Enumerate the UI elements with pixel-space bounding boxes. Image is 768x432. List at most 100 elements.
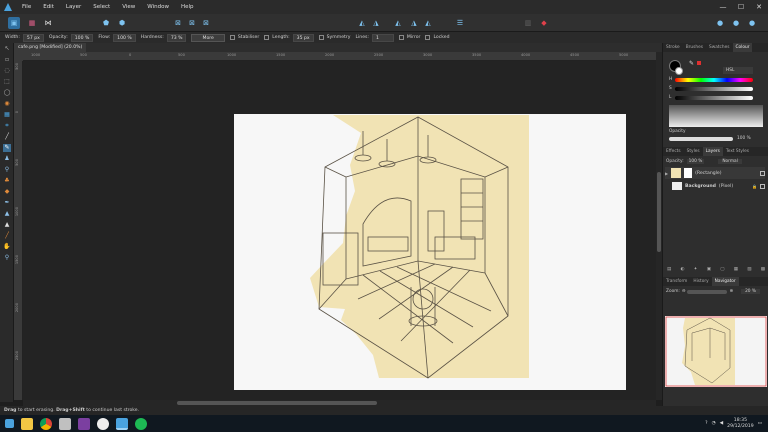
close-button[interactable]: ✕ <box>750 3 768 11</box>
tab-styles[interactable]: Styles <box>684 147 703 156</box>
paint-brush-icon[interactable]: ╱ <box>3 133 11 141</box>
flood-fill-icon[interactable]: ◉ <box>3 100 11 108</box>
file-explorer-icon[interactable] <box>21 417 33 430</box>
arrange-order-icon[interactable]: ☰ <box>454 17 466 29</box>
zoom-tool-icon[interactable]: ⚲ <box>3 254 11 262</box>
freehand-selection-icon[interactable]: ◯ <box>3 89 11 97</box>
clone-brush-icon[interactable]: ⚲ <box>3 166 11 174</box>
colour-opacity-value[interactable]: 100 % <box>737 136 751 141</box>
tab-swatches[interactable]: Swatches <box>706 43 733 52</box>
selection-add-icon[interactable]: ⊠ <box>186 17 198 29</box>
symmetry-checkbox[interactable] <box>318 35 324 40</box>
fx-icon[interactable]: ✦ <box>694 267 698 273</box>
saturation-slider[interactable] <box>675 86 753 91</box>
clock[interactable]: 18:35 29/12/2019 <box>727 418 753 429</box>
user-sharing-icon[interactable]: ● <box>746 17 758 29</box>
tab-history[interactable]: History <box>690 277 711 286</box>
zoom-field[interactable]: 20 % <box>741 289 760 294</box>
canvas-area[interactable] <box>23 61 656 400</box>
tab-navigator[interactable]: Navigator <box>711 277 739 286</box>
healing-brush-icon[interactable]: ♣ <box>3 177 11 185</box>
more-button[interactable]: More <box>191 33 225 42</box>
flow-field[interactable]: 100 % <box>113 33 136 42</box>
assistant-icon[interactable]: ⬟ <box>100 17 112 29</box>
erase-brush-icon[interactable]: ✎ <box>3 144 11 152</box>
document-tab[interactable]: cafe.png [Modified] (20.0%) <box>14 43 87 52</box>
lock-icon[interactable]: 🔒 <box>752 184 757 189</box>
width-field[interactable]: 57 px <box>22 33 44 42</box>
blend-mode-select[interactable]: Normal <box>718 159 742 164</box>
adjustments-icon[interactable]: ◐ <box>681 267 685 273</box>
hand-tool-icon[interactable]: ✋ <box>3 243 11 251</box>
maximize-button[interactable]: ☐ <box>732 3 750 11</box>
distribute-icon[interactable]: ◮ <box>408 17 420 29</box>
settings-icon[interactable] <box>97 417 109 430</box>
layer-options-icon[interactable]: ▤ <box>667 267 671 273</box>
network-icon[interactable]: ◔ <box>712 421 716 426</box>
assistant-settings-icon[interactable]: ⬢ <box>116 17 128 29</box>
length-field[interactable]: 35 px <box>292 33 314 42</box>
tab-text-styles[interactable]: Text Styles <box>723 147 752 156</box>
menu-window[interactable]: Window <box>141 4 175 10</box>
selection-subtract-icon[interactable]: ⊠ <box>200 17 212 29</box>
zoom-in-icon[interactable]: ⊕ <box>729 289 733 294</box>
selection-brush-icon[interactable]: ◌ <box>3 67 11 75</box>
live-filter-icon[interactable]: ▢ <box>720 267 724 273</box>
menu-layer[interactable]: Layer <box>60 4 87 10</box>
mask-icon[interactable]: ▣ <box>707 267 711 273</box>
zoom-slider[interactable] <box>687 289 728 294</box>
view-tool-icon[interactable]: ▫ <box>3 56 11 64</box>
layer-row[interactable]: Background (Pixel) 🔒 <box>665 180 765 192</box>
menu-help[interactable]: Help <box>175 4 200 10</box>
layer-visibility-checkbox[interactable] <box>760 170 765 176</box>
selection-mode-icon[interactable]: ⊠ <box>172 17 184 29</box>
tab-stroke[interactable]: Stroke <box>663 43 683 52</box>
length-mode-icon[interactable] <box>264 35 270 40</box>
tab-effects[interactable]: Effects <box>663 147 684 156</box>
minimize-button[interactable]: — <box>714 3 732 11</box>
shape-tool-icon[interactable]: ▲ <box>3 221 11 229</box>
spotify-icon[interactable] <box>135 417 147 430</box>
mirror-checkbox[interactable] <box>398 35 404 40</box>
secondary-colour-swatch[interactable] <box>675 67 683 75</box>
lines-field[interactable]: 1 <box>371 33 394 42</box>
smudge-brush-icon[interactable]: ▲ <box>3 210 11 218</box>
colour-opacity-slider[interactable] <box>669 136 733 141</box>
zoom-out-icon[interactable]: ⊖ <box>682 289 686 294</box>
arrange-icon[interactable]: ◭ <box>422 17 434 29</box>
document-canvas[interactable] <box>23 61 656 400</box>
delete-layer-icon[interactable]: ▩ <box>761 267 765 273</box>
expand-arrow-icon[interactable]: ▶ <box>665 171 668 176</box>
onenote-icon[interactable] <box>78 417 90 430</box>
layer-visibility-checkbox[interactable] <box>760 183 765 189</box>
volume-icon[interactable]: ◀ <box>720 421 724 426</box>
colour-mode-select[interactable]: HSL <box>723 67 753 74</box>
user-manager-icon[interactable]: ● <box>730 17 742 29</box>
dodge-brush-icon[interactable]: ♟ <box>3 155 11 163</box>
text-tool-icon[interactable]: ╱ <box>3 232 11 240</box>
menu-file[interactable]: File <box>16 4 37 10</box>
user-icon[interactable]: ● <box>714 17 726 29</box>
align-center-icon[interactable]: ◮ <box>370 17 382 29</box>
move-tool-icon[interactable]: ↖ <box>3 45 11 53</box>
affinity-photo-icon[interactable] <box>116 417 128 430</box>
navigator-preview[interactable] <box>665 316 767 387</box>
quick-mask-icon[interactable]: ▥ <box>522 17 534 29</box>
help-icon[interactable]: ? <box>705 421 707 426</box>
group-icon[interactable]: ▦ <box>734 267 738 273</box>
export-persona-icon[interactable]: ⋈ <box>42 17 54 29</box>
stabiliser-checkbox[interactable] <box>229 35 235 40</box>
liquify-persona-icon[interactable]: ▦ <box>26 17 38 29</box>
pen-tool-icon[interactable]: ✒ <box>3 199 11 207</box>
eyedropper-icon[interactable]: ✎ <box>689 60 694 67</box>
gradient-tool-icon[interactable]: ▦ <box>3 111 11 119</box>
tab-transform[interactable]: Transform <box>663 277 690 286</box>
new-layer-icon[interactable]: ▧ <box>747 267 751 273</box>
align-left-icon[interactable]: ◭ <box>356 17 368 29</box>
red-eye-icon[interactable]: ◆ <box>3 188 11 196</box>
color-picker-icon[interactable]: ◆ <box>538 17 550 29</box>
tab-layers[interactable]: Layers <box>702 147 723 156</box>
opacity-field[interactable]: 100 % <box>70 33 94 42</box>
hue-slider[interactable] <box>675 77 753 82</box>
hardness-field[interactable]: 73 % <box>166 33 187 42</box>
